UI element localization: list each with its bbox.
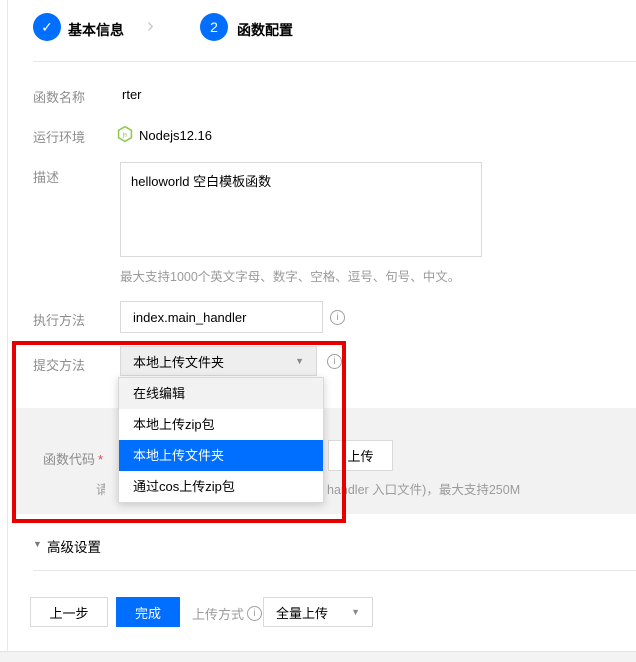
upload-button[interactable]: 上传 bbox=[328, 440, 393, 471]
code-hint-right-fragment: handler 入口文件)，最大支持250M bbox=[327, 479, 520, 498]
dropdown-option-cos-zip[interactable]: 通过cos上传zip包 bbox=[119, 471, 323, 502]
function-name-label: 函数名称 bbox=[33, 87, 85, 106]
submit-method-value: 本地上传文件夹 bbox=[133, 352, 224, 371]
previous-step-button[interactable]: 上一步 bbox=[30, 597, 108, 627]
submit-method-select[interactable]: 本地上传文件夹 ▼ bbox=[120, 346, 317, 376]
svg-text:js: js bbox=[122, 132, 128, 139]
upload-mode-label: 上传方式 bbox=[192, 604, 244, 623]
upload-mode-select[interactable]: 全量上传 ▼ bbox=[263, 597, 373, 627]
handler-label: 执行方法 bbox=[33, 310, 85, 329]
chevron-right-icon: › bbox=[147, 16, 154, 36]
dropdown-option-local-zip[interactable]: 本地上传zip包 bbox=[119, 409, 323, 440]
step2-number-badge: 2 bbox=[200, 13, 228, 41]
upload-mode-info-icon[interactable]: i bbox=[247, 606, 262, 621]
description-label: 描述 bbox=[33, 167, 59, 186]
panel-left-border bbox=[7, 0, 8, 651]
step2-number: 2 bbox=[210, 19, 218, 35]
description-hint: 最大支持1000个英文字母、数字、空格、逗号、句号、中文。 bbox=[120, 266, 460, 285]
function-name-value: rter bbox=[122, 87, 142, 102]
submit-method-info-icon[interactable]: i bbox=[327, 354, 342, 369]
handler-info-icon[interactable]: i bbox=[330, 310, 345, 325]
page-bottom-strip bbox=[0, 651, 636, 662]
check-icon: ✓ bbox=[41, 19, 53, 36]
done-button[interactable]: 完成 bbox=[116, 597, 180, 627]
function-code-label: 函数代码* bbox=[43, 449, 103, 468]
caret-down-icon: ▼ bbox=[295, 356, 304, 366]
function-config-page: ✓ 基本信息 › 2 函数配置 函数名称 rter 运行环境 js Nodejs… bbox=[0, 0, 636, 662]
function-code-panel bbox=[13, 408, 636, 514]
nodejs-icon: js bbox=[116, 125, 134, 143]
submit-method-label: 提交方法 bbox=[33, 355, 85, 374]
step1-label: 基本信息 bbox=[68, 20, 124, 40]
footer-divider bbox=[33, 570, 636, 571]
runtime-label: 运行环境 bbox=[33, 127, 85, 146]
caret-down-icon: ▼ bbox=[351, 607, 360, 617]
step1-done-badge: ✓ bbox=[33, 13, 61, 41]
runtime-value: Nodejs12.16 bbox=[139, 128, 212, 143]
code-hint-left-fragment: 请 bbox=[96, 479, 105, 498]
handler-input[interactable] bbox=[120, 301, 323, 333]
upload-mode-row: 上传方式 i bbox=[192, 604, 262, 623]
upload-mode-value: 全量上传 bbox=[276, 603, 328, 622]
advanced-settings-toggle[interactable]: 高级设置 bbox=[47, 536, 101, 556]
dropdown-option-online-edit[interactable]: 在线编辑 bbox=[119, 378, 323, 409]
required-asterisk: * bbox=[98, 452, 103, 467]
dropdown-option-local-folder[interactable]: 本地上传文件夹 bbox=[119, 440, 323, 471]
submit-method-dropdown: 在线编辑 本地上传zip包 本地上传文件夹 通过cos上传zip包 bbox=[118, 377, 324, 503]
step2-label: 函数配置 bbox=[237, 20, 293, 40]
advanced-settings-triangle-icon: ▼ bbox=[33, 539, 42, 549]
description-textarea[interactable]: helloworld 空白模板函数 bbox=[120, 162, 482, 257]
header-divider bbox=[33, 61, 636, 62]
